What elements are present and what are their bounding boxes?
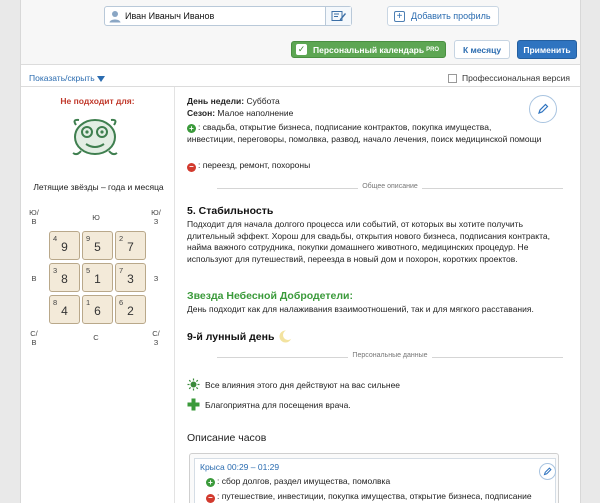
cell-big-number: 2 (127, 304, 134, 318)
cell-big-number: 9 (61, 240, 68, 254)
lunar-day: 9-й лунный день (187, 330, 293, 343)
show-hide-label: Показать/скрыть (29, 73, 95, 83)
stability-text: Подходит для начала долгого процесса или… (187, 219, 550, 264)
pencil-icon (538, 103, 549, 114)
add-profile-label: Добавить профиль (411, 11, 491, 21)
profile-toolbar: + Добавить профиль ✓ Персональный календ… (21, 0, 580, 65)
direction-nw: Ю/ В (29, 208, 39, 226)
moon-icon (279, 330, 293, 343)
season-row: Сезон: Малое наполнение (187, 107, 293, 119)
bad-for-text: : переезд, ремонт, похороны (198, 160, 311, 170)
cell-big-number: 7 (127, 240, 134, 254)
add-profile-button[interactable]: + Добавить профиль (387, 6, 499, 26)
medical-cross-icon (187, 398, 200, 411)
cell-big-number: 6 (94, 304, 101, 318)
personal-data-label: Персональные данные (348, 352, 432, 359)
star-text: День подходит как для налаживания взаимо… (187, 304, 534, 314)
cell-big-number: 5 (94, 240, 101, 254)
general-description-label: Общее описание (358, 183, 422, 190)
plus-icon: + (394, 10, 405, 22)
star-cell: 84 (49, 295, 80, 324)
edit-card-icon (331, 11, 346, 21)
hour-card: Крыса 00:29 – 01:29 +: сбор долгов, разд… (194, 458, 556, 503)
general-description-divider: Общее описание (217, 183, 563, 193)
weekday-row: День недели: Суббота (187, 95, 280, 107)
profile-name-field[interactable] (104, 6, 352, 26)
direction-sw: С/ В (30, 329, 38, 347)
triangle-down-icon (96, 75, 105, 82)
show-hide-toggle[interactable]: Показать/скрыть (29, 73, 105, 83)
good-for-text: : свадьба, открытие бизнеса, подписание … (198, 122, 492, 132)
hours-title: Описание часов (187, 432, 267, 444)
to-month-button[interactable]: К месяцу (454, 40, 510, 59)
hour-good-text: : сбор долгов, раздел имущества, помолвк… (217, 476, 391, 486)
star-cell: 16 (82, 295, 113, 324)
season-value: Малое наполнение (217, 108, 294, 118)
cell-big-number: 8 (61, 272, 68, 286)
good-for-text-2: инвестиции, переговоры, помолвка, развод… (187, 134, 542, 144)
not-suitable-heading: Не подходит для: (60, 96, 135, 106)
pro-version-option[interactable]: Профессиональная версия (448, 73, 570, 83)
star-cell: 51 (82, 263, 113, 292)
edit-hour-button[interactable] (539, 463, 556, 480)
direction-w: В (31, 274, 37, 283)
direction-ne: Ю/ З (151, 208, 161, 226)
doctor-row: Благоприятна для посещения врача. (187, 398, 351, 411)
doctor-text: Благоприятна для посещения врача. (205, 399, 351, 410)
pro-version-label: Профессиональная версия (462, 73, 570, 83)
pro-badge: PRO (426, 46, 440, 53)
hour-good-row: +: сбор долгов, раздел имущества, помолв… (206, 476, 390, 487)
apply-button[interactable]: Применить (517, 40, 577, 59)
direction-e: З (153, 274, 159, 283)
direction-n: Ю (92, 213, 100, 222)
monkey-emblem-icon (72, 118, 118, 156)
star-cell: 62 (115, 295, 146, 324)
minus-circle-icon: – (206, 494, 215, 503)
sun-icon (187, 378, 200, 391)
stability-title: 5. Стабильность (187, 205, 274, 217)
direction-se: С/ З (152, 329, 160, 347)
influence-text: Все влияния этого дня действуют на вас с… (205, 379, 401, 390)
star-cell: 38 (49, 263, 80, 292)
season-label: Сезон: (187, 108, 216, 118)
plus-circle-icon: + (206, 478, 215, 487)
pencil-icon (543, 467, 552, 476)
hour-name: Крыса 00:29 – 01:29 (200, 462, 280, 472)
lunar-day-title: 9-й лунный день (187, 330, 275, 343)
personal-data-divider: Персональные данные (217, 352, 563, 362)
hours-panel: Крыса 00:29 – 01:29 +: сбор долгов, разд… (189, 453, 559, 503)
personal-calendar-label: Персональный календарь (313, 44, 425, 55)
profile-name-input[interactable] (125, 11, 340, 21)
cell-big-number: 3 (127, 272, 134, 286)
page: + Добавить профиль ✓ Персональный календ… (20, 0, 581, 503)
star-cell: 49 (49, 231, 80, 260)
star-cell: 27 (115, 231, 146, 260)
left-panel: Не подходит для: Летящие звёзды – года и… (21, 87, 174, 503)
cell-big-number: 1 (94, 272, 101, 286)
user-icon (109, 11, 121, 23)
edit-day-button[interactable] (529, 95, 557, 123)
good-for-row-2: инвестиции, переговоры, помолвка, развод… (187, 133, 562, 145)
edit-profile-button[interactable] (325, 7, 351, 25)
direction-s: С (93, 333, 99, 342)
checkmark-icon: ✓ (296, 44, 307, 55)
day-details: День недели: Суббота Сезон: Малое наполн… (187, 87, 577, 503)
column-divider (174, 87, 175, 503)
flying-stars-title: Летящие звёзды – года и месяца (33, 182, 164, 192)
plus-circle-icon: + (187, 124, 196, 133)
influence-row: Все влияния этого дня действуют на вас с… (187, 378, 400, 391)
cell-big-number: 4 (61, 304, 68, 318)
weekday-label: День недели: (187, 96, 245, 106)
minus-circle-icon: – (187, 163, 196, 172)
bad-for-row: –: переезд, ремонт, похороны (187, 159, 310, 172)
star-title: Звезда Небесной Добродетели: (187, 290, 353, 302)
personal-calendar-toggle[interactable]: ✓ Персональный календарь PRO (291, 41, 446, 58)
good-for-row: +: свадьба, открытие бизнеса, подписание… (187, 121, 557, 133)
hour-bad-text: : путешествие, инвестиции, покупка имуще… (217, 491, 532, 501)
pro-version-checkbox[interactable] (448, 73, 457, 83)
hour-bad-row: –: путешествие, инвестиции, покупка имущ… (206, 491, 558, 503)
star-cell: 73 (115, 263, 146, 292)
star-cell: 95 (82, 231, 113, 260)
weekday-value: Суббота (246, 96, 280, 106)
